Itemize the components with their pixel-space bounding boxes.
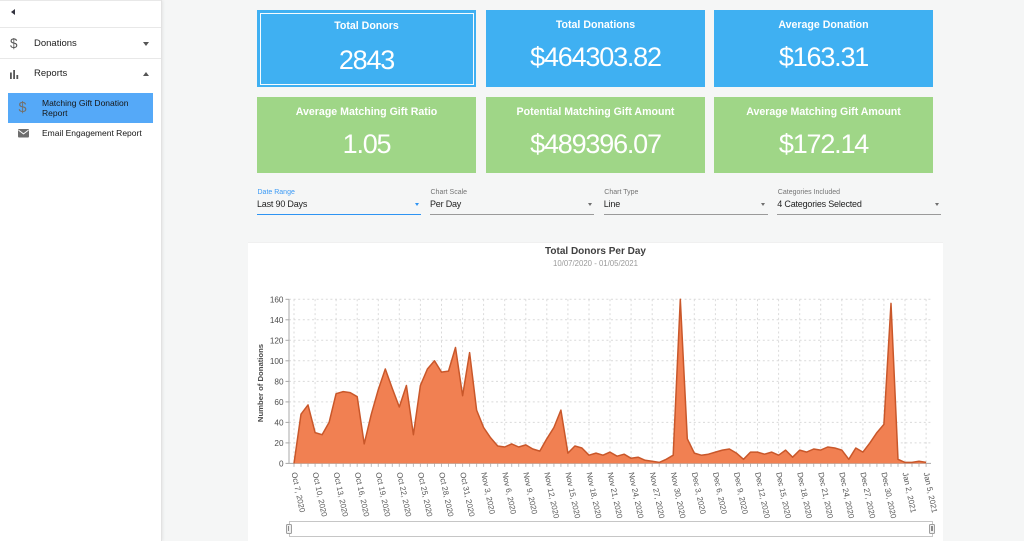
svg-text:Nov 3, 2020: Nov 3, 2020 (479, 471, 497, 515)
svg-text:Nov 6, 2020: Nov 6, 2020 (500, 471, 518, 515)
svg-text:Oct 16, 2020: Oct 16, 2020 (353, 471, 371, 518)
svg-text:Dec 15, 2020: Dec 15, 2020 (774, 471, 793, 519)
svg-text:Oct 13, 2020: Oct 13, 2020 (332, 471, 350, 518)
svg-text:Oct 25, 2020: Oct 25, 2020 (416, 471, 434, 518)
svg-text:Nov 15, 2020: Nov 15, 2020 (563, 471, 582, 519)
svg-text:100: 100 (270, 357, 284, 366)
svg-text:Nov 24, 2020: Nov 24, 2020 (627, 471, 646, 519)
svg-text:Nov 9, 2020: Nov 9, 2020 (521, 471, 539, 515)
svg-text:80: 80 (274, 378, 284, 387)
svg-text:60: 60 (274, 398, 284, 407)
svg-text:40: 40 (274, 419, 284, 428)
svg-text:Nov 21, 2020: Nov 21, 2020 (606, 471, 625, 519)
svg-text:120: 120 (270, 337, 284, 346)
svg-text:Dec 9, 2020: Dec 9, 2020 (732, 471, 750, 515)
svg-text:Oct 22, 2020: Oct 22, 2020 (395, 471, 413, 518)
svg-text:Dec 27, 2020: Dec 27, 2020 (858, 471, 877, 519)
svg-text:160: 160 (270, 296, 284, 305)
svg-text:Dec 21, 2020: Dec 21, 2020 (816, 471, 835, 519)
svg-text:Nov 30, 2020: Nov 30, 2020 (669, 471, 688, 519)
svg-text:Dec 3, 2020: Dec 3, 2020 (690, 471, 708, 515)
svg-text:Nov 18, 2020: Nov 18, 2020 (585, 471, 604, 519)
svg-text:Dec 12, 2020: Dec 12, 2020 (753, 471, 772, 519)
svg-text:Jan 5, 2021: Jan 5, 2021 (922, 471, 939, 513)
svg-text:0: 0 (279, 460, 284, 469)
svg-text:Nov 12, 2020: Nov 12, 2020 (542, 471, 561, 519)
svg-text:Dec 18, 2020: Dec 18, 2020 (795, 471, 814, 519)
svg-text:Dec 24, 2020: Dec 24, 2020 (837, 471, 856, 519)
svg-text:Jan 2, 2021: Jan 2, 2021 (901, 471, 918, 513)
svg-text:Nov 27, 2020: Nov 27, 2020 (648, 471, 667, 519)
svg-text:Dec 30, 2020: Dec 30, 2020 (879, 471, 898, 519)
svg-text:Number of Donations: Number of Donations (256, 344, 265, 422)
svg-text:Oct 31, 2020: Oct 31, 2020 (458, 471, 476, 518)
svg-text:Oct 28, 2020: Oct 28, 2020 (437, 471, 455, 518)
svg-text:20: 20 (274, 439, 284, 448)
svg-text:Oct 19, 2020: Oct 19, 2020 (374, 471, 392, 518)
svg-text:Dec 6, 2020: Dec 6, 2020 (711, 471, 729, 515)
svg-text:Oct 10, 2020: Oct 10, 2020 (311, 471, 329, 518)
svg-text:140: 140 (270, 316, 284, 325)
svg-text:Oct 7, 2020: Oct 7, 2020 (290, 471, 307, 513)
